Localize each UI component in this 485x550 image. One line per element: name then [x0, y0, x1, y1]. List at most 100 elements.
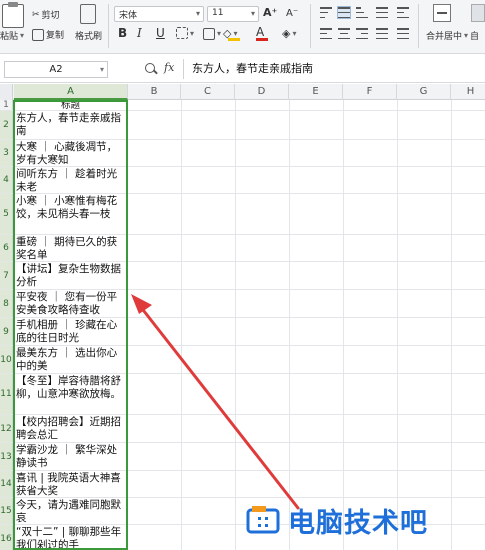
- cell-a2[interactable]: 东方人，春节走亲戚指南: [14, 111, 127, 139]
- copy-label: 复制: [46, 31, 65, 41]
- computer-logo-icon: [246, 506, 280, 534]
- font-size-value: 11: [212, 8, 224, 18]
- table-row: 7 【讲坛】复杂生物数据分析: [0, 262, 485, 290]
- eraser-icon: ◈: [282, 27, 291, 40]
- bold-button[interactable]: B: [118, 26, 127, 40]
- cell-a16[interactable]: “双十二” | 聊聊那些年我们剁过的手: [14, 525, 127, 550]
- cell-a15[interactable]: 今天，请为遇难同胞默哀: [14, 498, 127, 524]
- font-color-swatch: [256, 38, 268, 41]
- row-header[interactable]: 4: [0, 167, 13, 193]
- merge-center-button[interactable]: 合并居中 ▾: [426, 29, 468, 42]
- grow-font-button[interactable]: A⁺: [263, 6, 277, 20]
- cell-a12[interactable]: 【校内招聘会】近期招聘会总汇: [14, 415, 127, 442]
- align-top-icon[interactable]: [320, 7, 332, 18]
- ribbon-toolbar: 粘贴 ▾ ✂ 剪切 复制 格式刷 宋体 ▾ 11 ▾ A⁺ A⁻ B I U ▾ ▾ ◇…: [0, 0, 485, 54]
- chevron-down-icon: ▾: [233, 29, 238, 38]
- row-header[interactable]: 3: [0, 140, 13, 166]
- select-all-corner[interactable]: [0, 84, 13, 100]
- row-header[interactable]: 9: [0, 318, 13, 345]
- watermark-text: 电脑技术吧: [288, 507, 428, 539]
- column-header-h[interactable]: H: [451, 84, 485, 100]
- font-name-select[interactable]: 宋体 ▾: [114, 6, 204, 22]
- distributed-icon[interactable]: [397, 28, 409, 39]
- italic-button[interactable]: I: [137, 26, 142, 40]
- auto-wrap-button[interactable]: 自: [470, 29, 479, 42]
- cell-a6[interactable]: 重磅 ｜ 期待已久的获奖名单: [14, 235, 127, 261]
- cell-a14[interactable]: 喜讯 | 我院英语大神喜获省大奖: [14, 471, 127, 497]
- table-row: 5 小寒 ｜ 小寒惟有梅花饺，未见梢头春一枝: [0, 194, 485, 235]
- paste-icon[interactable]: [2, 2, 24, 28]
- column-header-d[interactable]: D: [235, 84, 289, 100]
- copy-icon: [32, 28, 44, 41]
- cell-a11[interactable]: 【冬至】岸容待腊将舒柳，山意冲寒欲放梅。: [14, 374, 127, 414]
- align-bottom-icon[interactable]: [356, 7, 368, 18]
- table-row: 11 【冬至】岸容待腊将舒柳，山意冲寒欲放梅。: [0, 374, 485, 415]
- row-header[interactable]: 5: [0, 194, 13, 234]
- paste-button[interactable]: 粘贴 ▾: [0, 29, 24, 42]
- name-box[interactable]: A2 ▾: [4, 61, 108, 78]
- align-left-icon[interactable]: [320, 28, 332, 39]
- auto-wrap-icon[interactable]: [471, 4, 485, 22]
- cell-a13[interactable]: 学霸沙龙 ｜ 繁华深处静读书: [14, 443, 127, 470]
- row-header[interactable]: 15: [0, 498, 13, 524]
- align-middle-icon[interactable]: [337, 6, 351, 19]
- paste-label: 粘贴: [0, 32, 19, 42]
- cell-a5[interactable]: 小寒 ｜ 小寒惟有梅花饺，未见梢头春一枝: [14, 194, 127, 234]
- row-header[interactable]: 13: [0, 443, 13, 470]
- clear-format-button[interactable]: ◈ ▾: [282, 27, 296, 40]
- cell-a4[interactable]: 间听东方 ｜ 趁着时光未老: [14, 167, 127, 193]
- chevron-down-icon: ▾: [250, 9, 255, 18]
- merge-center-icon[interactable]: [433, 4, 451, 22]
- paste-dropdown-icon[interactable]: ▾: [20, 31, 24, 40]
- border-button[interactable]: ▾: [176, 27, 194, 39]
- row-header[interactable]: 12: [0, 415, 13, 442]
- align-right-icon[interactable]: [356, 28, 368, 39]
- justify-icon[interactable]: [376, 28, 388, 39]
- underline-button[interactable]: U: [156, 26, 165, 40]
- cell-a10[interactable]: 最美东方 ｜ 选出你心中的美: [14, 346, 127, 373]
- column-header-b[interactable]: B: [128, 84, 181, 100]
- cut-button[interactable]: ✂ 剪切: [32, 8, 60, 22]
- cell-a3[interactable]: 大寒 ｜ 心藏後凋节，岁有大寒知: [14, 140, 127, 166]
- row-header[interactable]: 1: [0, 100, 13, 110]
- wrap-text-icon[interactable]: [397, 7, 409, 18]
- column-header-a[interactable]: A: [14, 84, 128, 100]
- font-size-select[interactable]: 11 ▾: [207, 6, 259, 22]
- row-header[interactable]: 10: [0, 346, 13, 373]
- column-header-e[interactable]: E: [289, 84, 343, 100]
- chevron-down-icon: ▾: [99, 65, 104, 74]
- copy-button[interactable]: 复制: [32, 28, 64, 41]
- font-color-button[interactable]: A: [256, 25, 264, 39]
- chevron-down-icon: ▾: [195, 9, 200, 18]
- column-header-g[interactable]: G: [397, 84, 451, 100]
- formula-input[interactable]: 东方人，春节走亲戚指南: [183, 59, 483, 79]
- row-header[interactable]: 8: [0, 290, 13, 317]
- spreadsheet-grid[interactable]: A B C D E F G H 1 标题 2 东方人，春节走亲戚指南 3 大寒 …: [0, 84, 485, 550]
- align-center-icon[interactable]: [338, 28, 350, 39]
- format-painter-icon[interactable]: [80, 4, 96, 24]
- row-header[interactable]: 14: [0, 471, 13, 497]
- table-row: 12 【校内招聘会】近期招聘会总汇: [0, 415, 485, 443]
- row-header[interactable]: 11: [0, 374, 13, 414]
- table-row: 14 喜讯 | 我院英语大神喜获省大奖: [0, 471, 485, 498]
- column-header-f[interactable]: F: [343, 84, 397, 100]
- chevron-down-icon: ▾: [464, 31, 469, 40]
- shrink-font-button[interactable]: A⁻: [286, 7, 298, 21]
- column-header-c[interactable]: C: [181, 84, 235, 100]
- table-row: 13 学霸沙龙 ｜ 繁华深处静读书: [0, 443, 485, 471]
- row-header[interactable]: 6: [0, 235, 13, 261]
- cell-a8[interactable]: 平安夜 ｜ 您有一份平安美食攻略待查收: [14, 290, 127, 317]
- function-icon[interactable]: fx: [164, 61, 174, 74]
- cell-a1[interactable]: 标题: [14, 100, 127, 110]
- zoom-icon[interactable]: [145, 63, 155, 73]
- cell-a7[interactable]: 【讲坛】复杂生物数据分析: [14, 262, 127, 289]
- row-header[interactable]: 2: [0, 111, 13, 139]
- formula-bar: A2 ▾ fx 东方人，春节走亲戚指南: [0, 55, 485, 83]
- ribbon-divider: [310, 4, 311, 48]
- table-row: 9 手机相册 ｜ 珍藏在心底的往日时光: [0, 318, 485, 346]
- row-header[interactable]: 7: [0, 262, 13, 289]
- row-header[interactable]: 16: [0, 525, 13, 550]
- orientation-icon[interactable]: [376, 7, 388, 18]
- format-painter-button[interactable]: 格式刷: [75, 29, 102, 42]
- cell-a9[interactable]: 手机相册 ｜ 珍藏在心底的往日时光: [14, 318, 127, 345]
